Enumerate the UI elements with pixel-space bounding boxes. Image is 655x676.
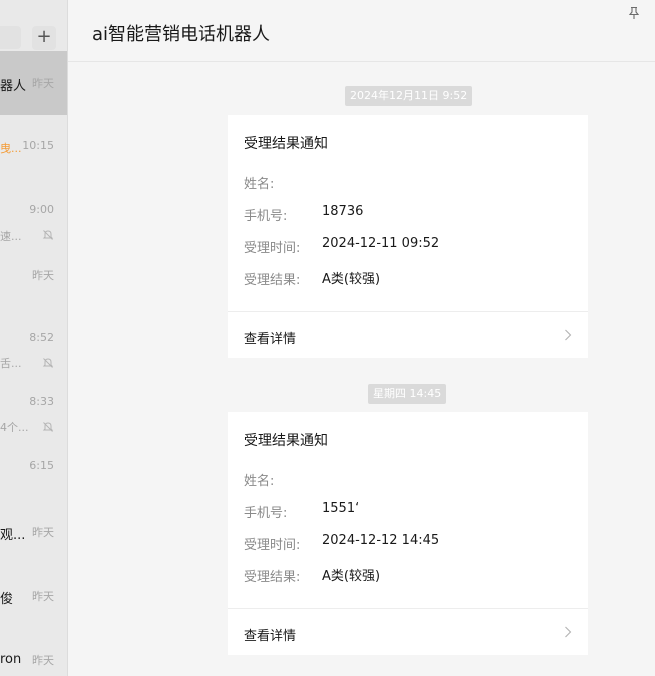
- chat-time: 10:15: [22, 139, 54, 152]
- chat-item[interactable]: 曳... 10:15: [0, 128, 67, 192]
- chat-time: 昨天: [32, 654, 54, 667]
- name-label: 姓名:: [244, 474, 275, 489]
- time-value: 2024-12-12 14:45: [322, 533, 440, 548]
- chat-time: 昨天: [32, 269, 54, 282]
- chat-item[interactable]: 8:33 4个...: [0, 384, 67, 448]
- message-timestamp: 星期四 14:45: [368, 384, 447, 404]
- result-value: A类(较强): [322, 569, 381, 584]
- result-value: A类(较强): [322, 272, 381, 287]
- chat-title: ai智能营销电话机器人: [92, 24, 271, 45]
- chat-preview: 4个...: [0, 421, 29, 434]
- chat-time: 8:33: [29, 395, 54, 408]
- chat-time: 8:52: [29, 331, 54, 344]
- chat-header: ai智能营销电话机器人: [68, 0, 655, 62]
- add-button[interactable]: +: [32, 26, 56, 50]
- mute-icon: [42, 358, 54, 368]
- phone-value: 1551‘: [322, 501, 360, 516]
- chat-item[interactable]: 俊 昨天: [0, 576, 67, 640]
- chat-item[interactable]: 昨天: [0, 256, 67, 320]
- chat-name: 器人: [0, 79, 27, 94]
- phone-value: 18736: [322, 204, 364, 219]
- notification-card[interactable]: 受理结果通知 姓名: 手机号: 1551‘ 受理时间: 2024-12-12 1…: [228, 412, 588, 655]
- chat-name: ron: [0, 652, 22, 667]
- time-value: 2024-12-11 09:52: [322, 236, 440, 251]
- chevron-right-icon: [565, 626, 572, 638]
- name-label: 姓名:: [244, 177, 275, 192]
- card-title: 受理结果通知: [244, 136, 328, 152]
- chevron-right-icon: [565, 329, 572, 341]
- search-input[interactable]: [0, 26, 21, 49]
- message-timestamp: 2024年12月11日 9:52: [345, 86, 473, 106]
- chat-item[interactable]: ron 昨天: [0, 640, 67, 676]
- time-label: 受理时间:: [244, 241, 301, 256]
- result-label: 受理结果:: [244, 273, 301, 288]
- chat-preview: 舌...: [0, 357, 22, 370]
- chat-name: 观...: [0, 528, 26, 543]
- chat-item[interactable]: 观... 昨天: [0, 512, 67, 576]
- card-divider: [228, 608, 588, 609]
- time-label: 受理时间:: [244, 538, 301, 553]
- view-details-link[interactable]: 查看详情: [244, 328, 296, 347]
- chat-preview: 曳...: [0, 142, 22, 155]
- chat-item[interactable]: 8:52 舌...: [0, 320, 67, 384]
- chat-name: 俊: [0, 592, 14, 607]
- mute-icon: [42, 422, 54, 432]
- result-label: 受理结果:: [244, 570, 301, 585]
- chat-list-sidebar: + 器人 昨天 曳... 10:15 9:00 速... 昨天 8:52 舌..…: [0, 0, 68, 676]
- pin-icon[interactable]: [627, 6, 641, 20]
- card-divider: [228, 311, 588, 312]
- chat-time: 6:15: [29, 459, 54, 472]
- chat-time: 9:00: [29, 203, 54, 216]
- chat-item[interactable]: 器人 昨天: [0, 51, 67, 115]
- view-details-link[interactable]: 查看详情: [244, 625, 296, 644]
- phone-label: 手机号:: [244, 209, 288, 224]
- chat-panel: ai智能营销电话机器人 2024年12月11日 9:52 受理结果通知 姓名: …: [68, 0, 655, 676]
- chat-item[interactable]: 9:00 速...: [0, 192, 67, 256]
- chat-time: 昨天: [32, 590, 54, 603]
- phone-label: 手机号:: [244, 506, 288, 521]
- card-title: 受理结果通知: [244, 433, 328, 449]
- notification-card[interactable]: 受理结果通知 姓名: 手机号: 18736 受理时间: 2024-12-11 0…: [228, 115, 588, 358]
- mute-icon: [42, 230, 54, 240]
- chat-time: 昨天: [32, 77, 54, 90]
- chat-time: 昨天: [32, 526, 54, 539]
- chat-preview: 速...: [0, 230, 22, 243]
- chat-item[interactable]: 6:15: [0, 448, 67, 512]
